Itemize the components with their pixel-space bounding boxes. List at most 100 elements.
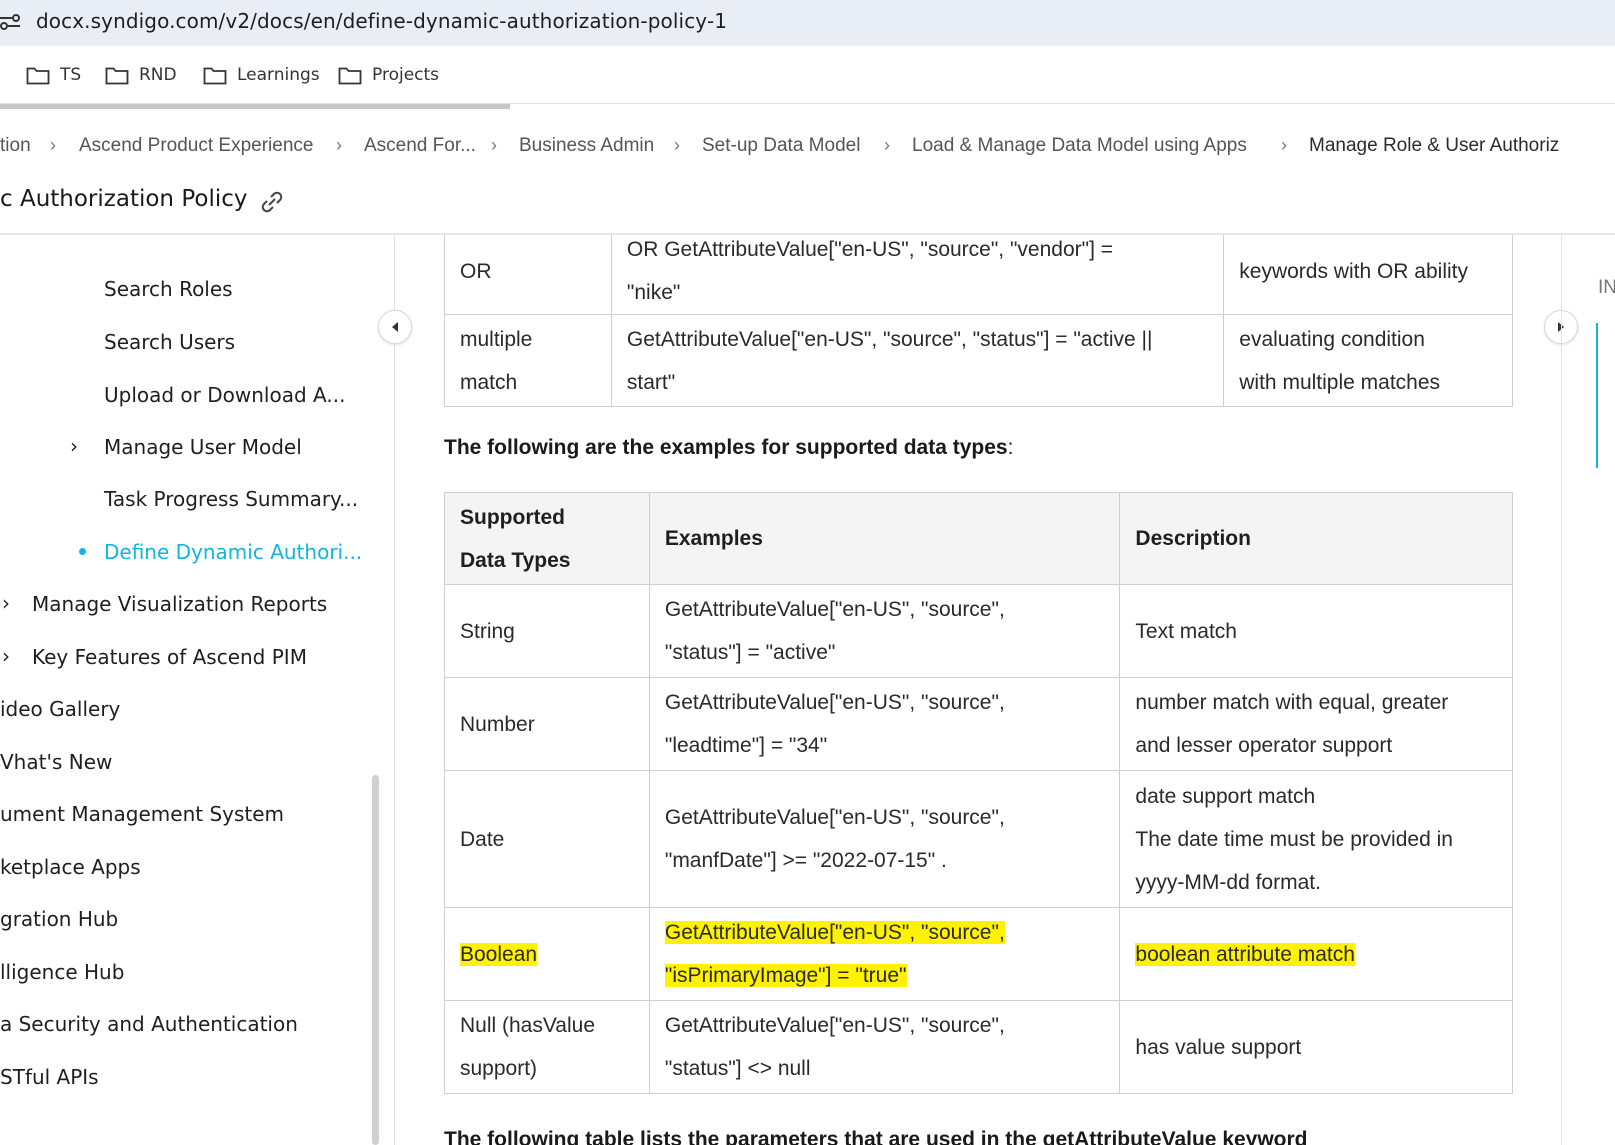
cell-text: support) bbox=[460, 1057, 538, 1080]
bookmark-ts[interactable]: TS bbox=[26, 62, 81, 88]
page-load-progress bbox=[0, 104, 510, 109]
breadcrumb-item[interactable]: Business Admin bbox=[519, 135, 654, 157]
sidebar-item-upload-download[interactable]: Upload or Download A... bbox=[104, 383, 345, 407]
sidebar-item-key-features[interactable]: Key Features of Ascend PIM bbox=[32, 645, 307, 669]
folder-icon bbox=[105, 67, 129, 85]
site-settings-icon[interactable] bbox=[0, 10, 22, 34]
sidebar-item-integration-hub[interactable]: gration Hub bbox=[0, 907, 118, 931]
sidebar-item-intelligence-hub[interactable]: lligence Hub bbox=[0, 960, 124, 984]
breadcrumb-item[interactable]: Ascend Product Experience bbox=[79, 135, 313, 157]
chevron-right-icon: › bbox=[491, 135, 497, 155]
table-row: Null (hasValue support) GetAttributeValu… bbox=[444, 1000, 1513, 1094]
table-cell: OR bbox=[444, 235, 612, 315]
article-content: OR OR GetAttributeValue["en-US", "source… bbox=[396, 235, 1560, 1145]
cell-text: match bbox=[460, 370, 518, 394]
cell-text: "manfDate"] >= "2022-07-15" . bbox=[664, 849, 947, 872]
keywords-table: OR OR GetAttributeValue["en-US", "source… bbox=[444, 235, 1513, 407]
sidebar-item-restful-apis[interactable]: STful APIs bbox=[0, 1065, 99, 1089]
table-row: Date GetAttributeValue["en-US", "source"… bbox=[444, 770, 1513, 908]
breadcrumb-item[interactable]: Load & Manage Data Model using Apps bbox=[912, 135, 1247, 157]
chevron-right-icon[interactable]: › bbox=[70, 434, 78, 458]
column-header: Examples bbox=[648, 492, 1121, 585]
table-cell: number match with equal, greater and les… bbox=[1119, 677, 1513, 771]
chevron-right-icon[interactable]: › bbox=[2, 591, 10, 615]
cell-text: GetAttributeValue["en-US", "source", bbox=[664, 1014, 1005, 1037]
table-cell: Null (hasValue support) bbox=[444, 1000, 650, 1094]
heading-suffix: : bbox=[1007, 436, 1014, 459]
toc-panel: IN bbox=[1561, 235, 1615, 1145]
table-cell: OR GetAttributeValue["en-US", "source", … bbox=[610, 235, 1225, 315]
bookmark-learnings[interactable]: Learnings bbox=[203, 62, 320, 88]
sidebar-item-whats-new[interactable]: Vhat's New bbox=[0, 750, 112, 774]
sidebar-item-define-dynamic-authorization[interactable]: Define Dynamic Authori... bbox=[104, 540, 362, 564]
chevron-right-icon: › bbox=[1281, 135, 1287, 155]
chevron-right-icon: › bbox=[674, 135, 680, 155]
breadcrumb-item[interactable]: tion bbox=[0, 135, 31, 157]
cell-text: GetAttributeValue["en-US", "source", bbox=[664, 598, 1005, 621]
table-cell: GetAttributeValue["en-US", "source", "st… bbox=[648, 1000, 1121, 1094]
table-header-row: Supported Data Types Examples Descriptio… bbox=[444, 492, 1513, 585]
table-cell: Number bbox=[444, 677, 650, 771]
table-cell: Date bbox=[444, 770, 650, 908]
table-cell: GetAttributeValue["en-US", "source", "st… bbox=[648, 584, 1121, 678]
cell-text: OR GetAttributeValue["en-US", "source", … bbox=[626, 238, 1114, 261]
data-types-table: Supported Data Types Examples Descriptio… bbox=[444, 492, 1513, 1094]
section-heading: The following are the examples for suppo… bbox=[444, 436, 1013, 460]
breadcrumb-current: Manage Role & User Authoriz bbox=[1309, 135, 1560, 156]
chevron-right-icon: › bbox=[336, 135, 342, 155]
url-text[interactable]: docx.syndigo.com/v2/docs/en/define-dynam… bbox=[36, 9, 727, 33]
table-cell: GetAttributeValue["en-US", "source", "ma… bbox=[648, 770, 1121, 908]
folder-icon bbox=[338, 67, 362, 85]
breadcrumb-item[interactable]: Ascend For... bbox=[364, 135, 476, 157]
cell-text: evaluating condition bbox=[1239, 327, 1425, 351]
bookmarks-bar: TS RND Learnings Projects bbox=[0, 46, 1615, 104]
toc-label: IN bbox=[1598, 277, 1615, 298]
sidebar-item-marketplace-apps[interactable]: ketplace Apps bbox=[0, 855, 141, 879]
bookmark-rnd[interactable]: RND bbox=[105, 62, 177, 88]
link-icon[interactable] bbox=[258, 191, 286, 213]
cell-text: yyyy-MM-dd format. bbox=[1135, 870, 1321, 894]
active-indicator-dot bbox=[79, 548, 86, 555]
table-cell: evaluating condition with multiple match… bbox=[1223, 314, 1513, 407]
table-cell: Text match bbox=[1119, 584, 1513, 678]
cell-text: OR bbox=[460, 259, 492, 283]
sidebar-scrollbar[interactable] bbox=[372, 775, 379, 1145]
sidebar-item-task-progress[interactable]: Task Progress Summary... bbox=[104, 487, 358, 511]
table-cell: Boolean bbox=[444, 907, 650, 1001]
cell-text: "leadtime"] = "34" bbox=[664, 734, 828, 757]
cell-text: Null (hasValue bbox=[460, 1014, 596, 1037]
toc-active-indicator bbox=[1596, 323, 1598, 468]
table-row: OR OR GetAttributeValue["en-US", "source… bbox=[444, 235, 1513, 315]
bookmark-projects[interactable]: Projects bbox=[338, 62, 439, 88]
breadcrumb-item[interactable]: Set-up Data Model bbox=[702, 135, 860, 157]
sidebar-item-document-management[interactable]: ument Management System bbox=[0, 802, 284, 826]
cell-text: with multiple matches bbox=[1239, 370, 1441, 394]
sidebar-item-search-users[interactable]: Search Users bbox=[104, 330, 235, 354]
bookmark-label: Learnings bbox=[237, 65, 320, 85]
cell-text: number match with equal, greater bbox=[1135, 691, 1449, 714]
highlighted-text: boolean attribute match bbox=[1135, 942, 1355, 966]
column-header: Supported Data Types bbox=[444, 492, 650, 585]
bookmark-label: TS bbox=[60, 65, 82, 85]
heading-text: The following are the examples for suppo… bbox=[444, 436, 1008, 459]
page-title: c Authorization Policy bbox=[0, 186, 248, 212]
table-cell: has value support bbox=[1119, 1000, 1513, 1094]
chevron-right-icon[interactable]: › bbox=[2, 644, 10, 668]
address-bar[interactable]: docx.syndigo.com/v2/docs/en/define-dynam… bbox=[0, 0, 1615, 46]
cell-text: keywords with OR ability bbox=[1239, 259, 1468, 283]
sidebar-item-manage-user-model[interactable]: Manage User Model bbox=[104, 435, 302, 459]
cell-text: GetAttributeValue["en-US", "source", "st… bbox=[626, 327, 1153, 351]
chevron-right-icon: › bbox=[884, 135, 890, 155]
table-cell: date support match The date time must be… bbox=[1119, 770, 1513, 908]
cell-text: start" bbox=[626, 370, 676, 394]
section-heading: The following table lists the parameters… bbox=[444, 1128, 1308, 1145]
sidebar-item-search-roles[interactable]: Search Roles bbox=[104, 277, 233, 301]
cell-text: GetAttributeValue["en-US", "source", bbox=[664, 806, 1005, 829]
sidebar-item-video-gallery[interactable]: ideo Gallery bbox=[0, 697, 120, 721]
table-cell: GetAttributeValue["en-US", "source", "le… bbox=[648, 677, 1121, 771]
table-cell: multiple match bbox=[444, 314, 612, 407]
table-row: multiple match GetAttributeValue["en-US"… bbox=[444, 314, 1513, 407]
highlighted-text: Boolean bbox=[460, 942, 538, 966]
sidebar-item-data-security[interactable]: a Security and Authentication bbox=[0, 1012, 298, 1036]
sidebar-item-manage-visualization-reports[interactable]: Manage Visualization Reports bbox=[32, 592, 327, 616]
